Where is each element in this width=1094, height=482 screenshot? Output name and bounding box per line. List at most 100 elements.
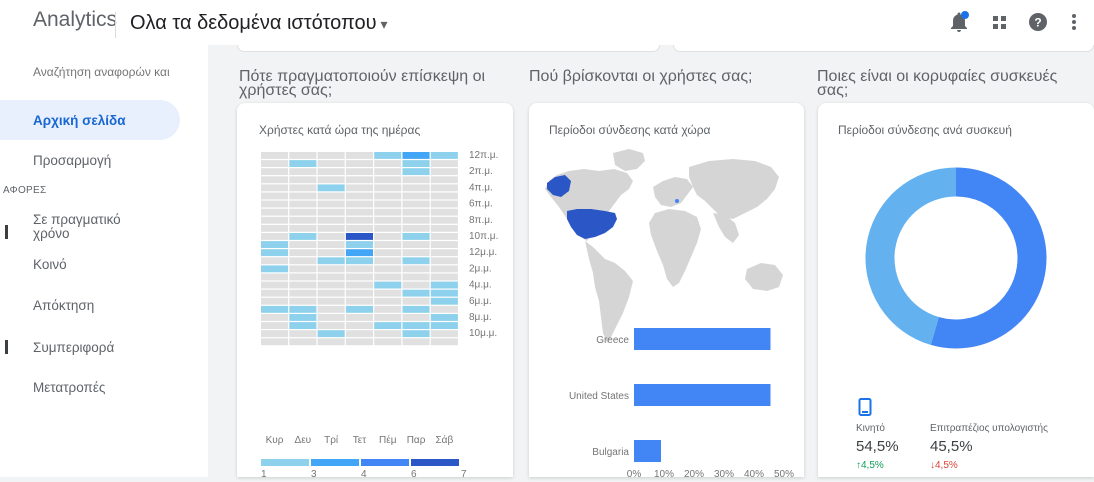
heatmap-cell: [345, 289, 373, 297]
notifications-icon[interactable]: [947, 10, 971, 34]
heatmap-cell: [430, 200, 458, 208]
heatmap-column-label: Τρί: [324, 434, 339, 446]
heatmap-cell: [317, 297, 345, 305]
previous-card-bottom: [673, 45, 1094, 52]
heatmap-column-label: Τετ: [353, 435, 366, 446]
heatmap-cell: [289, 314, 317, 321]
geo-chart: Greece United States Bulgaria 0% 10% 20% 30% 40…: [545, 149, 794, 480]
heatmap-cell: [430, 249, 458, 257]
heatmap-cell: [261, 338, 289, 346]
heatmap-column-label: Πέμ: [379, 434, 397, 446]
heatmap-cell: [317, 305, 345, 313]
heatmap-cell: [289, 330, 317, 338]
heatmap-cell: [374, 208, 402, 216]
heatmap-cell: [317, 265, 345, 273]
card-title: Χρήστες κατά ώρα της ημέρας: [259, 123, 421, 137]
heatmap-cell: [374, 257, 402, 265]
heatmap-cell: [345, 273, 373, 281]
nav-acquisition[interactable]: Απόκτηση: [0, 285, 180, 325]
heatmap-cell: [402, 208, 430, 216]
world-map: [545, 149, 783, 343]
greenland-shape: [613, 149, 645, 171]
nav-audience[interactable]: Κοινό: [0, 244, 180, 284]
more-vert-icon[interactable]: [1062, 10, 1086, 34]
heatmap-cell: [430, 176, 458, 184]
nav-conversions[interactable]: Μετατροπές: [0, 367, 180, 407]
heatmap-cell: [261, 200, 289, 208]
heatmap-cell: [317, 241, 345, 248]
nav-label: Προσαρμογή: [33, 152, 112, 168]
property-name: Ολα τα δεδομένα ιστότοπου: [130, 12, 377, 34]
heatmap-cell: [317, 152, 345, 159]
heatmap-cell: [345, 257, 373, 265]
heatmap-cell: [289, 224, 317, 232]
nav-label: Μετατροπές: [33, 379, 106, 395]
device-change-mobile: ↑4,5%: [856, 460, 884, 471]
donut-slice: [930, 167, 1047, 349]
bar-axis-tick: 0%: [627, 469, 642, 477]
usa-shape: [567, 209, 617, 239]
heatmap-cell: [261, 152, 289, 159]
heatmap-cell: [430, 241, 458, 248]
heatmap-cell: [430, 265, 458, 273]
heatmap-cell: [261, 257, 289, 265]
section-title-devices: Ποιες είναι οι κορυφαίες συσκευές σας;: [817, 68, 1058, 99]
latin-america-shape: [585, 241, 633, 343]
heatmap-row-label: 6π.μ.: [469, 199, 493, 210]
heatmap-cell: [317, 322, 345, 329]
nav-home[interactable]: Αρχική σελίδα: [0, 100, 180, 140]
help-icon[interactable]: ?: [1026, 10, 1050, 34]
heatmap-cell: [345, 233, 373, 240]
apps-grid-icon[interactable]: [988, 10, 1012, 34]
heatmap-row-label: 4π.μ.: [469, 182, 493, 193]
heatmap-cell: [289, 208, 317, 216]
heatmap-cell: [289, 216, 317, 224]
heatmap-cell: [430, 281, 458, 289]
heatmap-cell: [430, 257, 458, 265]
heatmap-cell: [317, 224, 345, 232]
heatmap-row-label: 8π.μ.: [469, 215, 493, 226]
heatmap-cell: [402, 338, 430, 346]
nav-label: Σε πραγματικό χρόνο: [33, 212, 121, 241]
heatmap-cell: [345, 330, 373, 338]
nav-label: Απόκτηση: [33, 297, 95, 313]
country-label: Bulgaria: [592, 447, 629, 458]
heatmap-cell: [261, 216, 289, 224]
heatmap-chart: 12π.μ. 2π.μ. 4π.μ. 6π.μ. 8π.μ. 10π.μ. 12μ.μ. 2μ…: [261, 150, 498, 480]
heatmap-cell: [402, 289, 430, 297]
top-header: Analytics Ολα τα δεδομένα ιστότοπου ▾ ?: [0, 0, 1094, 45]
heatmap-cell: [402, 241, 430, 248]
heatmap-cell: [430, 330, 458, 338]
heatmap-cell: [289, 241, 317, 248]
heatmap-cell: [317, 192, 345, 200]
device-donut-chart: [865, 167, 1047, 349]
heatmap-cell: [345, 216, 373, 224]
country-label: United States: [569, 391, 629, 402]
heatmap-cell: [374, 322, 402, 329]
heatmap-cell: [345, 168, 373, 176]
nav-behavior[interactable]: Συμπεριφορά: [0, 327, 180, 367]
heatmap-row-label: 10π.μ.: [469, 231, 498, 242]
heatmap-cell: [402, 184, 430, 192]
property-selector[interactable]: Ολα τα δεδομένα ιστότοπου ▾: [130, 12, 388, 35]
heatmap-cell: [289, 152, 317, 159]
country-label: Greece: [596, 335, 629, 346]
nav-customization[interactable]: Προσαρμογή: [0, 140, 180, 180]
heatmap-cell: [402, 281, 430, 289]
reports-section-label: ΑΦΟΡΕΣ: [3, 185, 47, 196]
device-pct-mobile: 54,5%: [856, 438, 899, 455]
heatmap-cell: [289, 184, 317, 192]
app-name: Analytics: [33, 8, 118, 31]
heatmap-cell: [317, 233, 345, 240]
report-search-input[interactable]: [33, 65, 193, 79]
header-divider: [115, 12, 116, 38]
asia-shape: [689, 159, 779, 219]
heatmap-cell: [430, 184, 458, 192]
bar-axis-tick: 50%: [774, 469, 794, 477]
previous-card-bottom: [237, 45, 660, 52]
device-change-desktop: ↓4,5%: [930, 460, 958, 471]
heatmap-legend-swatch: [311, 459, 359, 466]
section-title-when: Πότε πραγματοποιούν επίσκεψη οι χρήστες …: [239, 68, 486, 99]
heatmap-legend-label: 3: [311, 469, 317, 477]
heatmap-cell: [317, 216, 345, 224]
